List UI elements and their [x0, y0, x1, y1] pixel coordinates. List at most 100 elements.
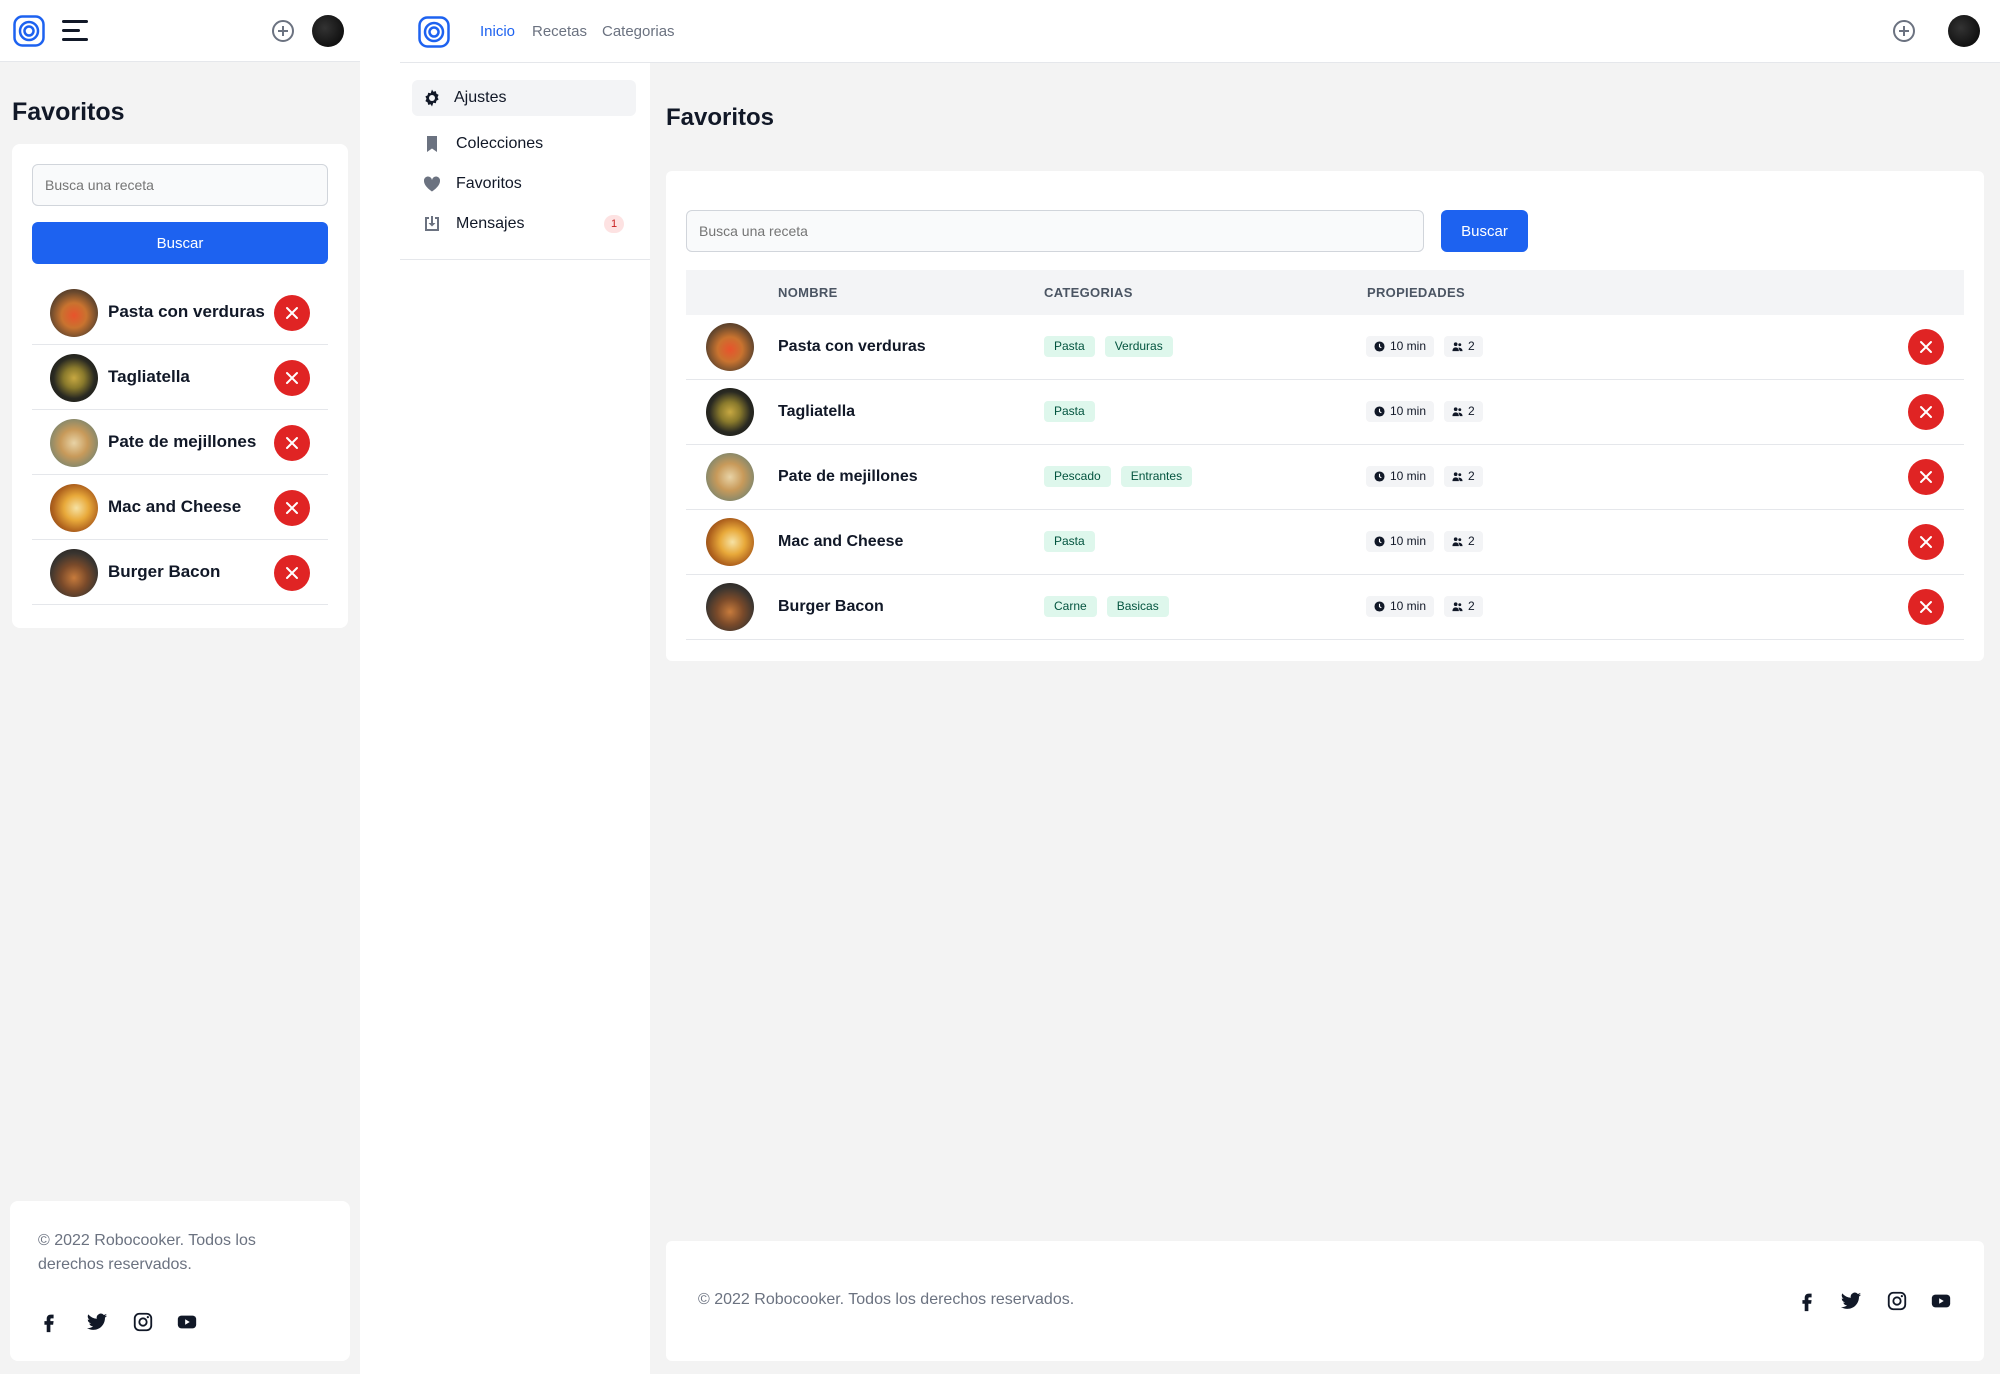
nav-link-inicio[interactable]: Inicio — [480, 23, 515, 40]
sidebar-item-mensajes[interactable]: Mensajes 1 — [412, 206, 636, 242]
time-property: 10 min — [1366, 401, 1435, 422]
category-tags: Carne Basicas — [1044, 596, 1169, 617]
time-property: 10 min — [1366, 596, 1435, 617]
remove-favorite-button[interactable] — [274, 425, 310, 461]
copyright-text: © 2022 Robocooker. Todos los derechos re… — [698, 1291, 1075, 1308]
table-row[interactable]: Mac and Cheese Pasta 10 min 2 — [686, 510, 1964, 575]
recipe-name[interactable]: Tagliatella — [108, 367, 190, 387]
inbox-icon — [425, 216, 439, 231]
sidebar-item-favoritos[interactable]: Favoritos — [412, 166, 636, 202]
remove-favorite-button[interactable] — [274, 490, 310, 526]
category-tag[interactable]: Verduras — [1104, 336, 1173, 357]
remove-favorite-button[interactable] — [274, 360, 310, 396]
recipe-name[interactable]: Pate de mejillones — [778, 468, 918, 486]
menu-icon[interactable] — [62, 20, 88, 42]
logo-icon[interactable] — [13, 15, 45, 47]
sidebar-item-ajustes[interactable]: Ajustes — [412, 80, 636, 116]
time-value: 10 min — [1390, 534, 1427, 548]
sidebar-item-label: Favoritos — [456, 175, 522, 192]
facebook-icon[interactable] — [38, 1311, 60, 1333]
category-tags: Pasta Verduras — [1044, 336, 1173, 357]
sidebar: Ajustes Colecciones Favoritos Mensajes 1 — [400, 63, 650, 1374]
clock-icon — [1374, 341, 1385, 352]
people-property: 2 — [1444, 401, 1483, 422]
column-header-propiedades[interactable]: PROPIEDADES — [1367, 285, 1465, 300]
table-row[interactable]: Burger Bacon Carne Basicas 10 min 2 — [686, 575, 1964, 640]
list-item[interactable]: Burger Bacon — [32, 540, 328, 605]
list-item[interactable]: Pate de mejillones — [32, 410, 328, 475]
recipe-thumbnail — [50, 354, 98, 402]
instagram-icon[interactable] — [132, 1311, 154, 1333]
category-tag[interactable]: Pasta — [1044, 531, 1095, 552]
favorites-table-card: Buscar NOMBRE CATEGORIAS PROPIEDADES Pas… — [666, 171, 1984, 661]
mobile-view: Favoritos Buscar Pasta con verduras Tagl… — [0, 0, 360, 1374]
list-item[interactable]: Pasta con verduras — [32, 280, 328, 345]
recipe-name[interactable]: Mac and Cheese — [108, 497, 241, 517]
column-header-categorias[interactable]: CATEGORIAS — [1044, 285, 1133, 300]
recipe-thumbnail — [706, 453, 754, 501]
desktop-view: Inicio Recetas Categorias Ajustes Colecc… — [400, 0, 2000, 1374]
table-row[interactable]: Pate de mejillones Pescado Entrantes 10 … — [686, 445, 1964, 510]
list-item[interactable]: Tagliatella — [32, 345, 328, 410]
category-tag[interactable]: Carne — [1044, 596, 1097, 617]
table-row[interactable]: Tagliatella Pasta 10 min 2 — [686, 380, 1964, 445]
recipe-properties: 10 min 2 — [1366, 596, 1483, 617]
add-recipe-icon[interactable] — [1893, 20, 1915, 42]
youtube-icon[interactable] — [176, 1311, 198, 1333]
people-property: 2 — [1444, 466, 1483, 487]
remove-favorite-button[interactable] — [274, 555, 310, 591]
facebook-icon[interactable] — [1796, 1290, 1818, 1312]
remove-favorite-button[interactable] — [1908, 589, 1944, 625]
top-navbar: Inicio Recetas Categorias — [400, 0, 2000, 63]
time-value: 10 min — [1390, 404, 1427, 418]
logo-icon[interactable] — [418, 16, 450, 48]
sidebar-item-label: Mensajes — [456, 215, 525, 232]
instagram-icon[interactable] — [1886, 1290, 1908, 1312]
close-icon — [286, 307, 298, 319]
recipe-name[interactable]: Pasta con verduras — [778, 338, 926, 356]
category-tag[interactable]: Pescado — [1044, 466, 1111, 487]
recipe-name[interactable]: Mac and Cheese — [778, 533, 903, 551]
search-button[interactable]: Buscar — [32, 222, 328, 264]
sidebar-item-label: Ajustes — [454, 89, 507, 106]
avatar[interactable] — [1948, 15, 1980, 47]
avatar[interactable] — [312, 15, 344, 47]
search-button[interactable]: Buscar — [1441, 210, 1528, 252]
people-value: 2 — [1468, 339, 1475, 353]
recipe-name[interactable]: Burger Bacon — [778, 598, 884, 616]
time-value: 10 min — [1390, 339, 1427, 353]
page-title: Favoritos — [12, 98, 125, 126]
search-input[interactable] — [686, 210, 1424, 252]
recipe-thumbnail — [50, 289, 98, 337]
table-row[interactable]: Pasta con verduras Pasta Verduras 10 min… — [686, 315, 1964, 380]
add-recipe-icon[interactable] — [272, 20, 294, 42]
nav-link-recetas[interactable]: Recetas — [532, 23, 587, 40]
unread-badge: 1 — [604, 215, 624, 233]
remove-favorite-button[interactable] — [1908, 329, 1944, 365]
remove-favorite-button[interactable] — [1908, 459, 1944, 495]
remove-favorite-button[interactable] — [1908, 524, 1944, 560]
youtube-icon[interactable] — [1930, 1290, 1952, 1312]
category-tag[interactable]: Entrantes — [1120, 466, 1193, 487]
sidebar-item-colecciones[interactable]: Colecciones — [412, 126, 636, 162]
recipe-thumbnail — [706, 388, 754, 436]
twitter-icon[interactable] — [86, 1311, 108, 1333]
list-item[interactable]: Mac and Cheese — [32, 475, 328, 540]
search-input[interactable] — [32, 164, 328, 206]
time-value: 10 min — [1390, 599, 1427, 613]
time-property: 10 min — [1366, 531, 1435, 552]
remove-favorite-button[interactable] — [1908, 394, 1944, 430]
recipe-name[interactable]: Pasta con verduras — [108, 302, 265, 322]
recipe-name[interactable]: Burger Bacon — [108, 562, 220, 582]
column-header-nombre[interactable]: NOMBRE — [778, 285, 838, 300]
category-tag[interactable]: Basicas — [1106, 596, 1169, 617]
category-tag[interactable]: Pasta — [1044, 401, 1095, 422]
close-icon — [1920, 406, 1932, 418]
nav-link-categorias[interactable]: Categorias — [602, 23, 675, 40]
twitter-icon[interactable] — [1840, 1290, 1862, 1312]
remove-favorite-button[interactable] — [274, 295, 310, 331]
recipe-name[interactable]: Tagliatella — [778, 403, 855, 421]
recipe-name[interactable]: Pate de mejillones — [108, 432, 256, 452]
close-icon — [286, 502, 298, 514]
category-tag[interactable]: Pasta — [1044, 336, 1095, 357]
